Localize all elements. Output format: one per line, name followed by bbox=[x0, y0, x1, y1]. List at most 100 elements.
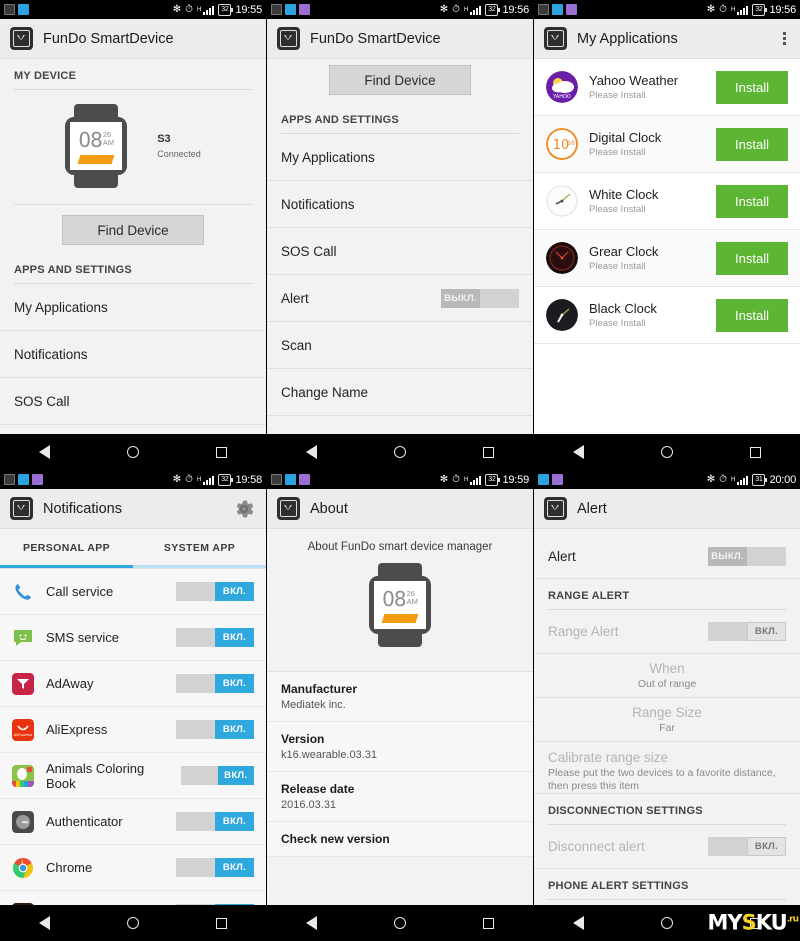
list-item[interactable]: Authenticator ВКЛ. bbox=[0, 799, 266, 845]
yahoo-weather-icon: YAHOO bbox=[546, 71, 578, 103]
list-item[interactable]: SMS service ВКЛ. bbox=[0, 615, 266, 661]
recents-icon[interactable] bbox=[483, 446, 495, 458]
network-type-label: H bbox=[196, 6, 202, 13]
back-icon[interactable] bbox=[572, 445, 584, 459]
purple-app-icon bbox=[566, 4, 577, 15]
section-disconnection-settings: DISCONNECTION SETTINGS bbox=[548, 794, 786, 825]
notification-toggle[interactable]: ВКЛ. bbox=[181, 766, 254, 785]
section-range-alert: RANGE ALERT bbox=[548, 579, 786, 610]
signal-icon bbox=[470, 4, 482, 15]
notification-toggle[interactable]: ВКЛ. bbox=[176, 582, 254, 601]
tab-personal-app[interactable]: PERSONAL APP bbox=[0, 529, 133, 568]
screenshot-icon bbox=[271, 4, 282, 15]
home-icon[interactable] bbox=[393, 446, 406, 458]
notification-toggle[interactable]: ВКЛ. bbox=[176, 720, 254, 739]
notification-toggle[interactable]: ВКЛ. bbox=[176, 674, 254, 693]
settings-row-scan[interactable]: Scan bbox=[267, 322, 533, 369]
settings-row-notifications[interactable]: Notifications bbox=[267, 181, 533, 228]
app-name: Black Clock bbox=[589, 301, 657, 316]
list-item[interactable]: Call service ВКЛ. bbox=[0, 569, 266, 615]
section-apps-settings: APPS AND SETTINGS bbox=[14, 253, 252, 284]
purple-app-icon bbox=[299, 4, 310, 15]
range-alert-toggle[interactable]: ВКЛ. bbox=[708, 622, 786, 641]
about-row-version: Version k16.wearable.03.31 bbox=[267, 722, 533, 772]
alert-toggle[interactable]: ВЫКЛ. bbox=[708, 547, 786, 566]
install-button[interactable]: Install bbox=[716, 127, 788, 161]
bluetooth-icon: ✻ bbox=[706, 473, 716, 485]
watch-ampm: AM bbox=[102, 137, 115, 147]
notification-toggle[interactable]: ВКЛ. bbox=[176, 812, 254, 831]
app-name: Authenticator bbox=[46, 814, 123, 829]
recents-icon[interactable] bbox=[216, 446, 228, 458]
list-item[interactable]: DH5 ВКЛ. bbox=[0, 891, 266, 905]
settings-row-range-size[interactable]: Range Size Far bbox=[534, 698, 800, 742]
disconnect-alert-toggle[interactable]: ВКЛ. bbox=[708, 837, 786, 856]
back-icon[interactable] bbox=[38, 916, 50, 930]
digital-clock-icon: 10 38 bbox=[546, 128, 578, 160]
settings-row-when[interactable]: When Out of range bbox=[534, 654, 800, 698]
list-item[interactable]: AliExpress AliExpress ВКЛ. bbox=[0, 707, 266, 753]
install-button[interactable]: Install bbox=[716, 298, 788, 332]
svg-text:AliExpress: AliExpress bbox=[14, 733, 33, 737]
toggle-label: ВКЛ. bbox=[215, 812, 254, 831]
recents-icon[interactable] bbox=[750, 446, 762, 458]
install-button[interactable]: Install bbox=[716, 70, 788, 104]
back-icon[interactable] bbox=[305, 445, 317, 459]
settings-row-about[interactable]: About bbox=[267, 416, 533, 435]
home-icon[interactable] bbox=[393, 917, 406, 929]
back-icon[interactable] bbox=[572, 916, 584, 930]
tab-system-app[interactable]: SYSTEM APP bbox=[133, 529, 266, 568]
find-device-button[interactable]: Find Device bbox=[62, 215, 204, 245]
list-item[interactable]: YAHOO Yahoo Weather Please Install Insta… bbox=[534, 59, 800, 116]
row-value: Please put the two devices to a favorite… bbox=[548, 766, 776, 792]
settings-row-alert[interactable]: Alert ВЫКЛ. bbox=[0, 425, 266, 434]
settings-row-change-name[interactable]: Change Name bbox=[267, 369, 533, 416]
notification-toggle[interactable]: ВКЛ. bbox=[176, 858, 254, 877]
app-status: Please Install bbox=[589, 90, 646, 101]
settings-row-disconnect-alert[interactable]: Disconnect alert ВКЛ. bbox=[534, 825, 800, 869]
home-icon[interactable] bbox=[126, 917, 139, 929]
install-button[interactable]: Install bbox=[716, 184, 788, 218]
app-status: Please Install bbox=[589, 147, 646, 158]
find-device-button[interactable]: Find Device bbox=[329, 65, 471, 95]
notification-toggle[interactable]: ВКЛ. bbox=[176, 628, 254, 647]
tab-bar: PERSONAL APP SYSTEM APP bbox=[0, 529, 266, 569]
device-name: S3 bbox=[157, 133, 171, 145]
recents-icon[interactable] bbox=[216, 917, 228, 929]
back-icon[interactable] bbox=[38, 445, 50, 459]
about-row-check-new-version[interactable]: Check new version bbox=[267, 822, 533, 857]
gear-icon[interactable] bbox=[232, 497, 256, 521]
adaway-icon bbox=[12, 672, 34, 695]
settings-row-notifications[interactable]: Notifications bbox=[0, 331, 266, 378]
home-icon[interactable] bbox=[660, 917, 673, 929]
home-icon[interactable] bbox=[660, 446, 673, 458]
overflow-menu-icon[interactable] bbox=[779, 28, 790, 49]
list-item[interactable]: Black Clock Please Install Install bbox=[534, 287, 800, 344]
alert-toggle[interactable]: ВЫКЛ. bbox=[441, 288, 519, 308]
settings-row-sos-call[interactable]: SOS Call bbox=[0, 378, 266, 425]
settings-row-my-applications[interactable]: My Applications bbox=[267, 134, 533, 181]
screenshot-icon bbox=[538, 4, 549, 15]
back-icon[interactable] bbox=[305, 916, 317, 930]
watch-accent-bar bbox=[77, 154, 115, 164]
install-button[interactable]: Install bbox=[716, 241, 788, 275]
app-name: Animals Coloring Book bbox=[46, 760, 145, 791]
settings-row-my-applications[interactable]: My Applications bbox=[0, 284, 266, 331]
settings-row-alert[interactable]: Alert ВЫКЛ. bbox=[534, 535, 800, 579]
list-item[interactable]: Animals Coloring Book ВКЛ. bbox=[0, 753, 266, 799]
recents-icon[interactable] bbox=[483, 917, 495, 929]
settings-row-calibrate[interactable]: Calibrate range size Please put the two … bbox=[534, 742, 800, 794]
settings-row-alert[interactable]: Alert ВЫКЛ. bbox=[267, 275, 533, 322]
list-item[interactable]: White Clock Please Install Install bbox=[534, 173, 800, 230]
home-icon[interactable] bbox=[126, 446, 139, 458]
watch-ampm: AM bbox=[406, 596, 418, 606]
settings-row-sos-call[interactable]: SOS Call bbox=[267, 228, 533, 275]
list-item[interactable]: 10 38 Digital Clock Please Install Instal… bbox=[534, 116, 800, 173]
status-bar: ✻ ⏱ H 31 20:00 bbox=[534, 470, 800, 489]
panel1-content: MY DEVICE 08 26 AM S3 Connected Find Dev… bbox=[0, 59, 266, 434]
list-item[interactable]: Chrome ВКЛ. bbox=[0, 845, 266, 891]
list-item[interactable]: AdAway ВКЛ. bbox=[0, 661, 266, 707]
list-item[interactable]: Grear Clock Please Install Install bbox=[534, 230, 800, 287]
app-bar: My Applications bbox=[534, 19, 800, 59]
settings-row-range-alert[interactable]: Range Alert ВКЛ. bbox=[534, 610, 800, 654]
